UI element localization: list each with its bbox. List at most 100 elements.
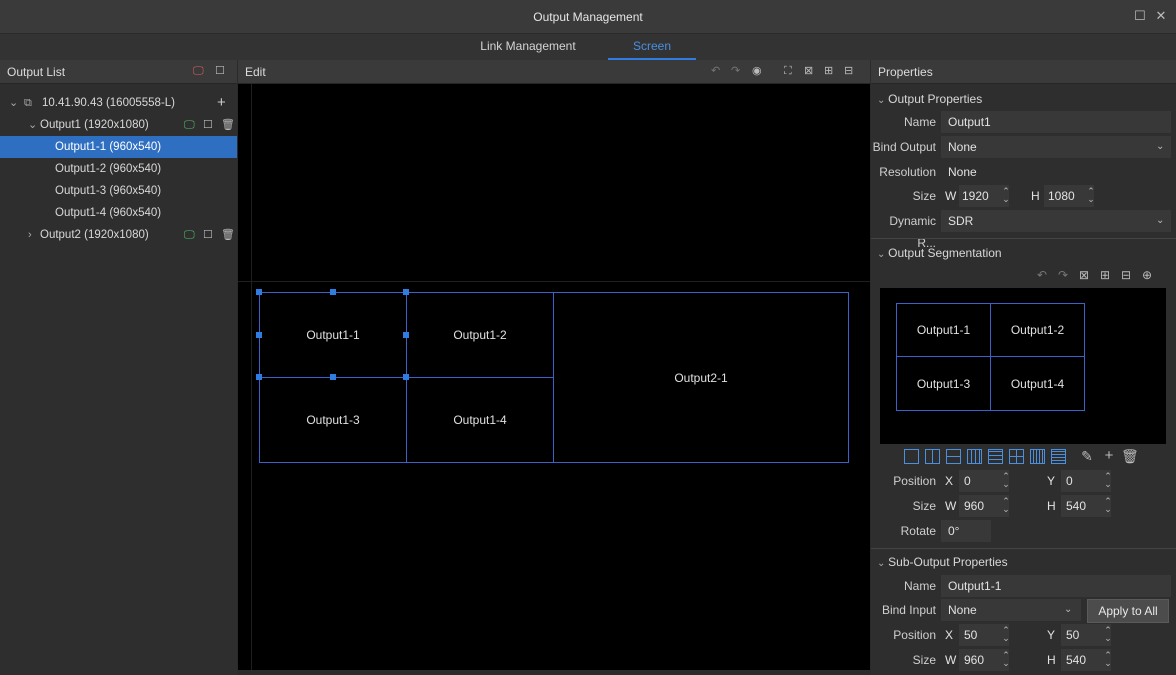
stepper-icon[interactable]: ⌃ ⌄	[1001, 187, 1011, 204]
redo-icon[interactable]: ↷	[1055, 267, 1071, 283]
bookmark-icon[interactable]: ☐	[203, 114, 213, 136]
segment-cell[interactable]: Output1-3	[896, 356, 991, 411]
layout-split-horizontal-icon[interactable]	[946, 449, 961, 464]
y-label: Y	[1047, 628, 1056, 642]
zoom-in-icon[interactable]: ⊞	[824, 60, 833, 82]
stepper-icon[interactable]: ⌃ ⌄	[1001, 472, 1011, 489]
zoom-in-icon[interactable]: ⊞	[1097, 267, 1113, 283]
search-zoom-icon[interactable]: ⊕	[1139, 267, 1155, 283]
output-box[interactable]: Output1-4	[406, 377, 554, 463]
layout-many-columns-icon[interactable]	[1030, 449, 1045, 464]
stepper-icon[interactable]: ⌃ ⌄	[1103, 651, 1113, 668]
output-properties-header[interactable]: ⌄ Output Properties	[871, 88, 1176, 110]
chevron-down-icon[interactable]: ⌄	[1156, 215, 1164, 226]
dynamic-range-select[interactable]	[941, 210, 1171, 232]
output-box[interactable]: Output1-3	[259, 377, 407, 463]
apply-to-all-button[interactable]: Apply to All	[1087, 599, 1169, 623]
eye-icon[interactable]: ◉	[752, 60, 762, 82]
layout-many-rows-icon[interactable]	[1051, 449, 1066, 464]
divider	[871, 238, 1176, 239]
chevron-right-icon[interactable]: ›	[28, 224, 32, 246]
sub-output-header[interactable]: ⌄ Sub-Output Properties	[871, 551, 1176, 573]
zoom-out-icon[interactable]: ⊟	[1118, 267, 1134, 283]
center-icon[interactable]: ⊠	[804, 60, 813, 82]
layout-split-vertical-icon[interactable]	[925, 449, 940, 464]
stepper-icon[interactable]: ⌃ ⌄	[1103, 626, 1113, 643]
sub-output-row[interactable]: Output1-3 (960x540)	[0, 180, 237, 202]
add-icon[interactable]: +	[217, 92, 226, 114]
chevron-down-icon[interactable]: ⌄	[1064, 604, 1072, 615]
sub-output-row[interactable]: Output1-4 (960x540)	[0, 202, 237, 224]
section-title: Sub-Output Properties	[888, 555, 1008, 569]
sub-output-row[interactable]: Output1-1 (960x540)	[0, 136, 237, 158]
resize-handle[interactable]	[403, 332, 409, 338]
output-box[interactable]: Output1-1	[259, 292, 407, 378]
title-bar: Output Management ☐ ✕	[0, 0, 1176, 34]
output-box[interactable]: Output2-1	[553, 292, 849, 463]
pencil-icon[interactable]: ✎	[1079, 448, 1095, 464]
edit-canvas[interactable]: Output1-1 Output1-2 Output1-3 Output1-4 …	[238, 84, 870, 670]
segment-cell[interactable]: Output1-4	[990, 356, 1085, 411]
device-row[interactable]: ⌄ ⧉ 10.41.90.43 (16005558-L) +	[0, 92, 237, 114]
chevron-down-icon[interactable]: ⌄	[1156, 141, 1164, 152]
undo-icon[interactable]: ↶	[711, 60, 720, 82]
close-icon[interactable]: ✕	[1153, 8, 1169, 24]
trash-icon[interactable]: 🗑	[221, 224, 235, 246]
redo-icon[interactable]: ↷	[731, 60, 740, 82]
chevron-down-icon[interactable]: ⌄	[9, 92, 18, 114]
segment-cell[interactable]: Output1-2	[990, 303, 1085, 357]
layout-grid-icon[interactable]	[1009, 449, 1024, 464]
output-box[interactable]: Output1-2	[406, 292, 554, 378]
resize-handle[interactable]	[403, 289, 409, 295]
bookmark-icon[interactable]: ☐	[203, 224, 213, 246]
width-value: 1920	[962, 189, 989, 203]
trash-icon[interactable]: 🗑	[1121, 448, 1139, 464]
resize-handle[interactable]	[256, 374, 262, 380]
layout-rows-icon[interactable]	[988, 449, 1003, 464]
resize-handle[interactable]	[330, 374, 336, 380]
size-label: Size	[912, 499, 936, 513]
layout-columns-icon[interactable]	[967, 449, 982, 464]
layout-single-icon[interactable]	[904, 449, 919, 464]
resize-handle[interactable]	[330, 289, 336, 295]
w-label: W	[945, 189, 957, 203]
output-row[interactable]: › Output2 (1920x1080) 🖵 ☐ 🗑	[0, 224, 237, 246]
resize-handle[interactable]	[403, 374, 409, 380]
output-row[interactable]: ⌄ Output1 (1920x1080) 🖵 ☐ 🗑	[0, 114, 237, 136]
chevron-down-icon[interactable]: ⌄	[28, 114, 37, 136]
tab-link-management[interactable]: Link Management	[478, 39, 578, 53]
stepper-icon[interactable]: ⌃ ⌄	[1086, 187, 1096, 204]
monitor-icon[interactable]: 🖵	[193, 60, 204, 82]
name-label: Name	[903, 579, 936, 593]
bookmark-icon[interactable]: ☐	[215, 60, 225, 82]
stepper-icon[interactable]: ⌃ ⌄	[1103, 497, 1113, 514]
stepper-icon[interactable]: ⌃ ⌄	[1001, 497, 1011, 514]
maximize-icon[interactable]: ☐	[1132, 8, 1148, 24]
segment-cell[interactable]: Output1-1	[896, 303, 991, 357]
center-icon[interactable]: ⊠	[1076, 267, 1092, 283]
monitor-icon[interactable]: 🖵	[184, 224, 195, 246]
rotate-value: 0°	[948, 524, 960, 538]
tab-screen[interactable]: Screen	[608, 39, 696, 53]
resize-handle[interactable]	[256, 332, 262, 338]
segmentation-canvas[interactable]: Output1-1 Output1-2 Output1-3 Output1-4	[880, 288, 1166, 444]
segmentation-header[interactable]: ⌄ Output Segmentation	[871, 242, 1176, 264]
width-value: 960	[964, 499, 985, 513]
properties-header: Properties	[871, 60, 1176, 84]
trash-icon[interactable]: 🗑	[221, 114, 235, 136]
zoom-out-icon[interactable]: ⊟	[844, 60, 853, 82]
add-icon[interactable]: +	[1101, 448, 1117, 464]
y-value: 50	[1066, 628, 1080, 642]
position-label: Position	[893, 474, 936, 488]
segment-label: Output1-1	[916, 323, 971, 337]
fit-screen-icon[interactable]: ⛶	[784, 60, 792, 82]
bind-input-value: None	[948, 603, 977, 617]
chevron-down-icon: ⌄	[877, 95, 889, 106]
undo-icon[interactable]: ↶	[1034, 267, 1050, 283]
monitor-icon[interactable]: 🖵	[184, 114, 195, 136]
stepper-icon[interactable]: ⌃ ⌄	[1001, 626, 1011, 643]
resize-handle[interactable]	[256, 289, 262, 295]
stepper-icon[interactable]: ⌃ ⌄	[1001, 651, 1011, 668]
stepper-icon[interactable]: ⌃ ⌄	[1103, 472, 1113, 489]
sub-output-row[interactable]: Output1-2 (960x540)	[0, 158, 237, 180]
